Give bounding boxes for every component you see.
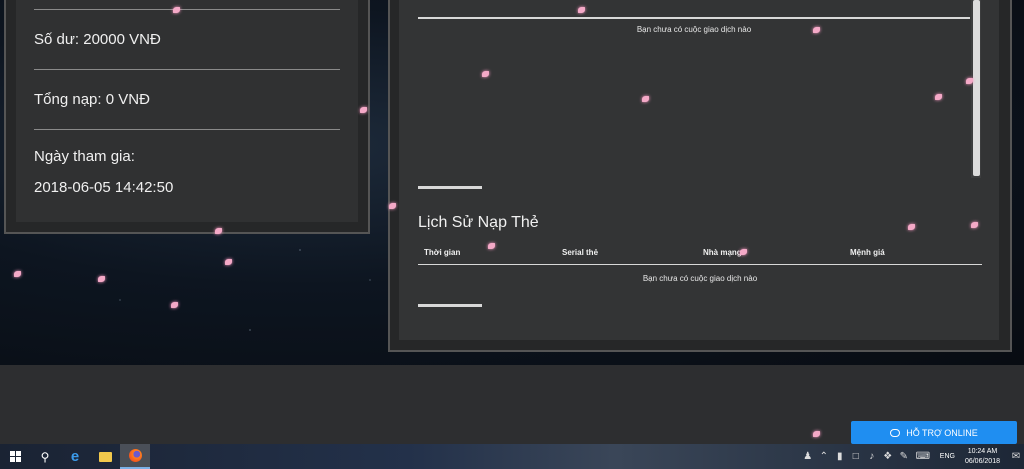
card-history-empty-message: Bạn chưa có cuộc giao dịch nào: [642, 274, 758, 283]
join-date-value: 2018-06-05 14:42:50: [34, 179, 174, 196]
petal-decoration: [225, 259, 232, 265]
petal-decoration: [971, 222, 978, 228]
edge-icon: e: [70, 448, 80, 465]
account-stats-panel: Số dư: 20000 VNĐ Tổng nạp: 0 VNĐ Ngày th…: [4, 0, 370, 234]
petal-decoration: [360, 107, 367, 113]
language-indicator[interactable]: ENG: [940, 453, 955, 460]
start-button[interactable]: [0, 444, 30, 469]
windows-logo-icon: [9, 451, 21, 462]
folder-icon: [98, 451, 112, 462]
column-header-time: Thời gian: [424, 248, 461, 257]
petal-decoration: [482, 71, 489, 77]
petal-decoration: [14, 271, 21, 277]
battery-icon[interactable]: ▮: [832, 451, 848, 462]
chat-icon: [890, 428, 901, 437]
stats-divider: [34, 0, 340, 10]
people-icon[interactable]: ♟: [800, 451, 816, 462]
petal-decoration: [171, 302, 178, 308]
scrollbar-thumb[interactable]: [973, 0, 980, 176]
card-history-title: Lịch Sử Nạp Thẻ: [418, 214, 539, 231]
card-history-header-line: [418, 264, 982, 265]
windows-taskbar: ⚲ e ♟ ⌃ ▮ □ ♪ ❖ ✎ ⌨ ENG 10:24 AM 06/06/2…: [0, 444, 1024, 469]
petal-decoration: [935, 94, 942, 100]
transaction-scrollbar[interactable]: [971, 0, 981, 178]
history-card: Bạn chưa có cuộc giao dịch nào Lịch Sử N…: [399, 0, 999, 340]
total-topup-text: Tổng nạp: 0 VNĐ: [34, 91, 150, 108]
account-stats-card: Số dư: 20000 VNĐ Tổng nạp: 0 VNĐ Ngày th…: [16, 0, 358, 222]
support-label: HỖ TRỢ ONLINE: [906, 427, 978, 438]
petal-decoration: [173, 7, 180, 13]
history-panel: Bạn chưa có cuộc giao dịch nào Lịch Sử N…: [388, 0, 1012, 352]
total-topup-row: Tổng nạp: 0 VNĐ: [34, 70, 340, 130]
transaction-empty-message: Bạn chưa có cuộc giao dịch nào: [636, 25, 752, 34]
join-date-label: Ngày tham gia:: [34, 148, 135, 165]
petal-decoration: [488, 243, 495, 249]
file-explorer-button[interactable]: [90, 444, 120, 469]
balance-row: Số dư: 20000 VNĐ: [34, 10, 340, 70]
petal-decoration: [740, 249, 747, 255]
join-date-row: Ngày tham gia: 2018-06-05 14:42:50: [34, 130, 340, 196]
transaction-table-header-line: [418, 17, 970, 19]
petal-decoration: [98, 276, 105, 282]
column-header-value: Mệnh giá: [850, 248, 885, 257]
firefox-button[interactable]: [120, 444, 150, 469]
clock[interactable]: 10:24 AM 06/06/2018: [965, 447, 1000, 467]
network-icon[interactable]: □: [848, 451, 864, 462]
petal-decoration: [813, 27, 820, 33]
pen-icon[interactable]: ✎: [896, 451, 912, 462]
clock-time: 10:24 AM: [967, 447, 998, 455]
petal-decoration: [642, 96, 649, 102]
firefox-icon: [128, 449, 142, 462]
petal-decoration: [389, 203, 396, 209]
search-icon: ⚲: [40, 449, 50, 464]
balance-text: Số dư: 20000 VNĐ: [34, 31, 161, 48]
notification-icon[interactable]: ✉: [1008, 451, 1024, 462]
chevron-up-icon[interactable]: ⌃: [816, 451, 832, 462]
clock-date: 06/06/2018: [964, 457, 1000, 465]
column-header-serial: Serial thẻ: [562, 248, 599, 257]
petal-decoration: [966, 78, 973, 84]
petal-decoration: [908, 224, 915, 230]
dropbox-icon[interactable]: ❖: [880, 451, 896, 462]
section-divider: [418, 186, 482, 189]
keyboard-icon[interactable]: ⌨: [912, 451, 934, 462]
search-button[interactable]: ⚲: [30, 444, 60, 469]
petal-decoration: [215, 228, 222, 234]
section-divider-bottom: [418, 304, 482, 307]
system-tray: ♟ ⌃ ▮ □ ♪ ❖ ✎ ⌨ ENG 10:24 AM 06/06/2018 …: [800, 444, 1024, 469]
petal-decoration: [813, 431, 820, 437]
column-header-carrier: Nhà mạng: [703, 248, 742, 257]
volume-icon[interactable]: ♪: [864, 451, 880, 462]
edge-button[interactable]: e: [60, 444, 90, 469]
support-online-button[interactable]: HỖ TRỢ ONLINE: [851, 421, 1017, 444]
transaction-table-scroll[interactable]: Bạn chưa có cuộc giao dịch nào: [418, 0, 981, 178]
petal-decoration: [578, 7, 585, 13]
